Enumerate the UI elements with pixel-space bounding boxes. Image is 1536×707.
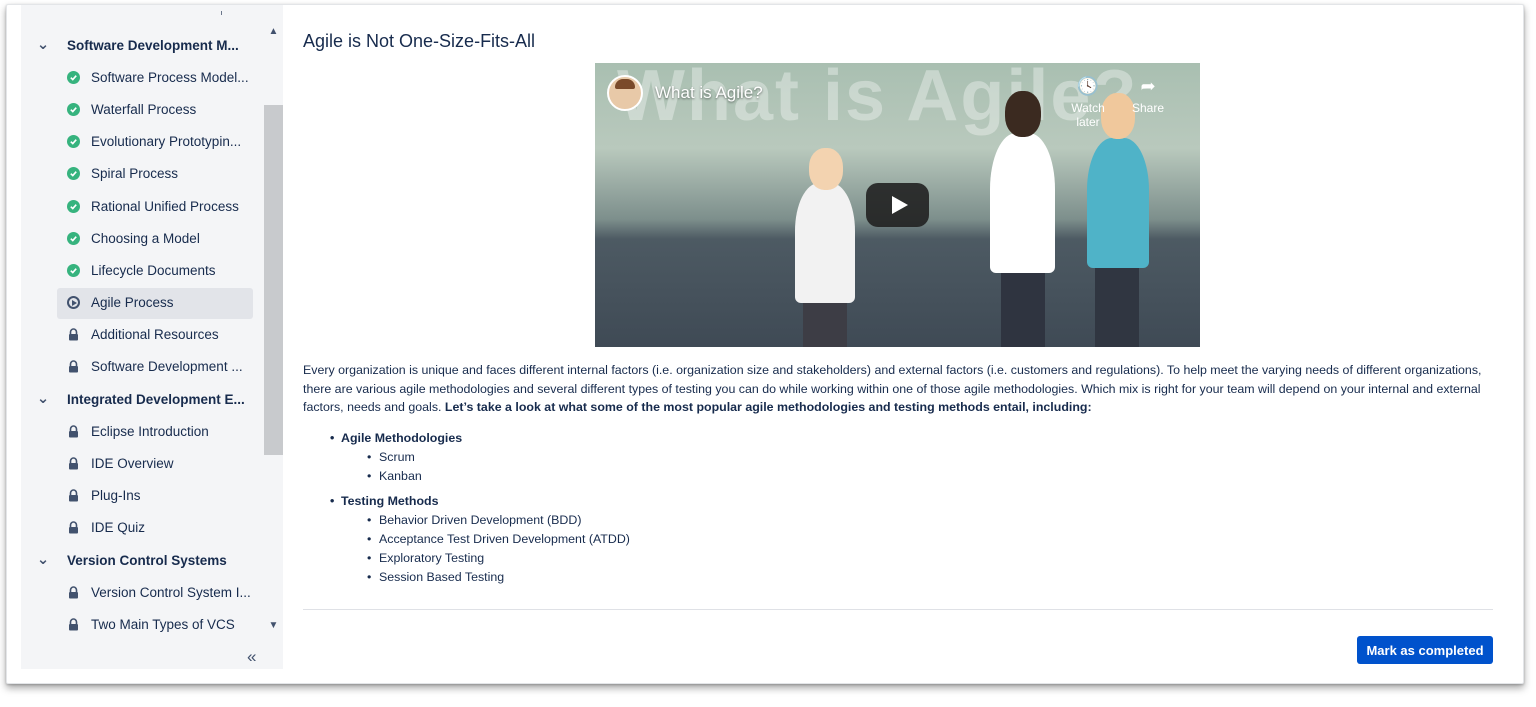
sidebar-section[interactable]: ⌄ Integrated Development E... [21,383,264,415]
collapse-sidebar-icon[interactable]: « [247,647,256,667]
course-outline-sidebar: ⌄ Software Development M... Software Proce… [21,5,283,669]
sidebar-item-label: IDE Quiz [91,520,146,536]
paragraph-bold-text: Let’s take a look at what some of the mo… [444,400,1092,414]
chevron-down-icon[interactable]: ⌄ [35,391,51,406]
lock-icon [67,328,80,341]
sidebar-item[interactable]: Version Control System I... [21,576,264,608]
sidebar-item[interactable]: Software Process Model... [21,61,264,93]
list-item: Scrum [303,448,903,467]
list-heading: Testing Methods [303,492,903,511]
mark-as-completed-button[interactable]: Mark as completed [1357,636,1493,664]
cartoon-figure [1095,263,1139,347]
scrollbar-thumb[interactable] [264,105,283,455]
check-circle-icon [67,263,80,277]
sidebar-item[interactable]: Agile Process [21,287,264,319]
sidebar-item[interactable]: IDE Overview [21,447,264,479]
sidebar-item-label: IDE Overview [91,456,174,472]
divider [303,609,1493,610]
lock-icon [67,489,80,502]
list-item: Session Based Testing [303,568,903,587]
channel-avatar[interactable] [607,75,643,111]
sidebar-item-label: Software Development M... [67,37,239,53]
lock-icon [67,586,80,599]
cartoon-figure [795,183,855,303]
sidebar-item-label: Two Main Types of VCS [91,616,235,632]
sidebar-item[interactable]: Software Development ... [21,351,264,383]
sidebar-item-label: Software Development ... [91,359,243,375]
sidebar-item[interactable]: Spiral Process [21,158,264,190]
sidebar-item-label: Waterfall Process [91,101,197,117]
sidebar-item-label: Software Process Model... [91,69,249,85]
share-arrow-icon: ➦ [1140,76,1156,96]
sidebar-item-label: Eclipse Introduction [91,423,209,439]
sidebar-item-label: Evolutionary Prototypin... [91,134,242,150]
list-item: Exploratory Testing [303,549,903,568]
check-circle-icon [67,199,80,213]
lesson-paragraph: Every organization is unique and faces d… [303,361,1493,417]
lock-icon [67,521,80,534]
share-button[interactable]: ➦ Share [1123,75,1173,115]
sidebar-item[interactable]: Waterfall Process [21,93,264,125]
play-circle-icon [67,296,80,310]
check-circle-icon [67,231,80,245]
methods-list: Agile MethodologiesScrumKanban Testing Me… [303,429,903,593]
sidebar-item-label: Choosing a Model [91,230,200,246]
cartoon-figure [1087,138,1149,268]
sidebar-item[interactable]: Eclipse Introduction [21,415,264,447]
sidebar-item[interactable]: Plug-Ins [21,480,264,512]
list-item: Behavior Driven Development (BDD) [303,511,903,530]
clock-icon: 🕓 [1076,76,1100,96]
lock-icon [67,457,80,470]
sidebar-item-label: Rational Unified Process [91,198,239,214]
list-group: Testing MethodsBehavior Driven Developme… [303,492,903,587]
lock-icon [67,360,80,373]
lesson-window: ⌄ Software Development M... Software Proce… [6,4,1524,684]
chevron-down-icon[interactable]: ⌄ [35,37,51,52]
video-player[interactable]: What is Agile? What is Agile? 🕓 Watch la… [595,63,1200,347]
sidebar-item[interactable]: Rational Unified Process [21,190,264,222]
sidebar-item[interactable]: Choosing a Model [21,222,264,254]
list-group: Agile MethodologiesScrumKanban [303,429,903,486]
sidebar-item[interactable]: Lifecycle Documents [21,254,264,286]
sidebar-item-label: Lifecycle Documents [91,262,216,278]
sidebar-item-label: Version Control System I... [91,584,251,600]
cartoon-figure [990,133,1055,273]
page-title: Agile is Not One-Size-Fits-All [303,31,536,51]
check-circle-icon [67,167,80,181]
sidebar-section[interactable]: ⌄ Software Development M... [21,29,264,61]
chevron-down-icon[interactable]: ⌄ [35,552,51,567]
cartoon-figure [1005,91,1041,137]
lock-icon [67,618,80,631]
cartoon-figure [1001,268,1045,347]
sidebar-item[interactable]: Two Main Types of VCS [21,608,264,640]
check-circle-icon [67,102,80,116]
check-circle-icon [67,135,80,149]
watch-later-button[interactable]: 🕓 Watch later [1058,75,1118,129]
sidebar-item-label: Integrated Development E... [67,391,245,407]
check-circle-icon [67,70,80,84]
watch-later-label: Watch later [1071,101,1105,129]
list-item: Acceptance Test Driven Development (ATDD… [303,530,903,549]
scroll-up-icon[interactable]: ▲ [264,23,283,39]
cartoon-figure [809,148,843,190]
cartoon-figure [803,299,847,347]
list-item: Kanban [303,467,903,486]
lock-icon [67,425,80,438]
list-heading: Agile Methodologies [303,429,903,448]
sidebar-item[interactable]: Additional Resources [21,319,264,351]
lesson-content: Agile is Not One-Size-Fits-All What is A… [303,5,1503,683]
sidebar-item-label: Plug-Ins [91,488,141,504]
sidebar-section[interactable]: ⌄ Version Control Systems [21,544,264,576]
sidebar-item-label: Spiral Process [91,166,179,182]
video-title[interactable]: What is Agile? [655,83,763,103]
outline-list: ⌄ Software Development M... Software Proce… [21,29,264,641]
sidebar-item-label: Additional Resources [91,327,219,343]
sidebar-item[interactable]: IDE Quiz [21,512,264,544]
share-label: Share [1131,101,1165,115]
scroll-down-icon[interactable]: ▼ [264,617,283,633]
sidebar-item[interactable]: Evolutionary Prototypin... [21,126,264,158]
sidebar-item-label: Agile Process [91,295,174,311]
sidebar-item-label: Version Control Systems [67,552,227,568]
play-button-icon[interactable] [866,183,929,227]
